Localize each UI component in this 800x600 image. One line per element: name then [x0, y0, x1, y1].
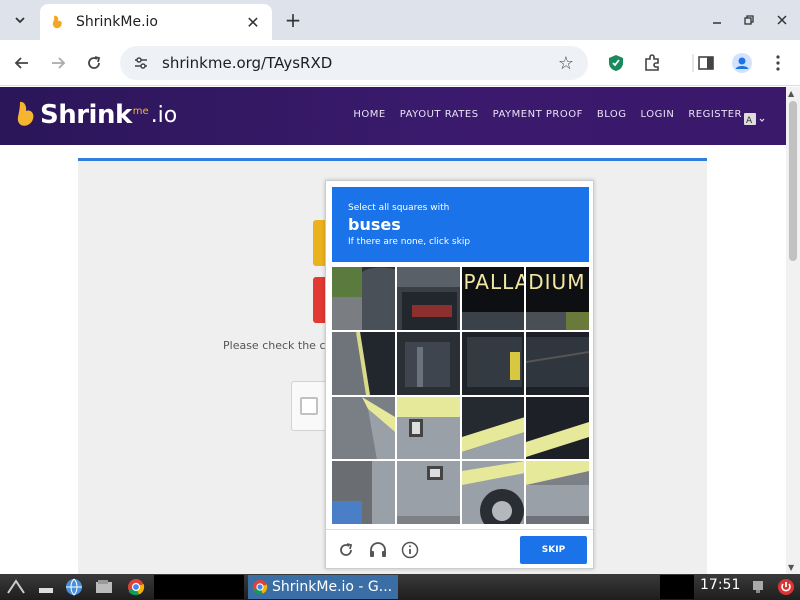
- tab-title: ShrinkMe.io: [76, 14, 158, 30]
- captcha-tile[interactable]: [461, 396, 525, 460]
- captcha-tile[interactable]: [461, 331, 525, 395]
- nav-blog[interactable]: BLOG: [597, 109, 627, 120]
- captcha-tile[interactable]: [396, 461, 460, 524]
- nav-payment-proof[interactable]: PAYMENT PROOF: [493, 109, 583, 120]
- start-menu-icon[interactable]: [6, 577, 26, 597]
- page-scrollbar[interactable]: ▲ ▼: [786, 87, 800, 574]
- captcha-target: buses: [348, 215, 401, 234]
- taskbar-clock[interactable]: 17:51: [700, 577, 740, 593]
- logo-me: me: [132, 105, 149, 117]
- recaptcha-checkbox[interactable]: [300, 397, 318, 415]
- captcha-tile[interactable]: DIUM: [526, 267, 589, 330]
- shield-extension-icon[interactable]: [605, 52, 627, 74]
- profile-avatar-icon[interactable]: [731, 52, 753, 74]
- power-icon[interactable]: [776, 577, 796, 597]
- destination-sign: PALLA: [463, 270, 525, 294]
- language-selector[interactable]: A: [744, 113, 766, 127]
- site-info-icon[interactable]: [132, 54, 150, 72]
- chevron-down-icon: [15, 17, 25, 24]
- captcha-tile[interactable]: [526, 461, 589, 524]
- reload-challenge-icon[interactable]: [337, 541, 355, 559]
- nav-login[interactable]: LOGIN: [641, 109, 675, 120]
- destination-sign-cont: DIUM: [528, 270, 586, 294]
- nav-home[interactable]: HOME: [353, 109, 385, 120]
- address-bar[interactable]: shrinkme.org/TAysRXD ☆: [120, 46, 588, 80]
- site-logo[interactable]: Shrink me .io: [14, 97, 177, 133]
- reload-icon: [88, 56, 101, 69]
- show-desktop-icon[interactable]: [36, 577, 56, 597]
- browser-globe-icon[interactable]: [64, 577, 84, 597]
- scrollbar-thumb[interactable]: [789, 101, 797, 261]
- network-tray-icon[interactable]: [748, 577, 768, 597]
- shrinkme-favicon-icon: [50, 14, 66, 30]
- captcha-challenge: Select all squares with buses If there a…: [325, 180, 594, 569]
- captcha-instruction: Select all squares with: [348, 203, 450, 213]
- forward-button[interactable]: [46, 51, 70, 75]
- nav-register[interactable]: REGISTER: [688, 109, 742, 120]
- captcha-image-grid: PALLA DIUM: [332, 267, 589, 524]
- skip-button[interactable]: SKIP: [520, 536, 587, 564]
- chrome-launcher-icon[interactable]: [126, 577, 146, 597]
- arrow-left-icon: [14, 57, 28, 69]
- logo-wordmark: Shrink: [40, 100, 132, 130]
- captcha-tile[interactable]: [526, 396, 589, 460]
- captcha-tile[interactable]: [332, 461, 395, 524]
- new-tab-button[interactable]: +: [282, 8, 304, 32]
- captcha-tile[interactable]: [526, 331, 589, 395]
- captcha-tile[interactable]: [396, 267, 460, 330]
- back-button[interactable]: [10, 51, 34, 75]
- file-manager-icon[interactable]: [94, 577, 114, 597]
- minimize-icon[interactable]: [706, 9, 728, 31]
- url-text: shrinkme.org/TAysRXD: [162, 54, 333, 72]
- captcha-tile[interactable]: PALLA: [461, 267, 525, 330]
- side-panel-icon[interactable]: [695, 52, 717, 74]
- reload-button[interactable]: [82, 51, 106, 75]
- os-taskbar: ShrinkMe.io - G... 17:51: [0, 574, 800, 600]
- svg-text:A: A: [746, 116, 753, 126]
- scroll-up-icon[interactable]: ▲: [788, 89, 794, 98]
- captcha-tile[interactable]: [332, 331, 395, 395]
- browser-toolbar: shrinkme.org/TAysRXD ☆: [0, 40, 800, 86]
- captcha-subtext: If there are none, click skip: [348, 237, 471, 247]
- bookmark-star-icon[interactable]: ☆: [556, 53, 576, 74]
- window-close-icon[interactable]: [771, 9, 793, 31]
- browser-tab[interactable]: ShrinkMe.io ✕: [40, 4, 272, 40]
- scroll-down-icon[interactable]: ▼: [788, 563, 794, 572]
- translate-icon: A: [744, 113, 765, 126]
- check-captcha-text: Please check the ca: [223, 339, 333, 352]
- captcha-tile[interactable]: [396, 331, 460, 395]
- hand-logo-icon: [17, 101, 34, 126]
- tray-blank-area: [660, 575, 694, 599]
- arrow-right-icon: [52, 57, 66, 69]
- nav-payout-rates[interactable]: PAYOUT RATES: [400, 109, 479, 120]
- captcha-tile[interactable]: [461, 461, 525, 524]
- taskbar-task-label: ShrinkMe.io - G...: [272, 579, 393, 595]
- captcha-tile[interactable]: [396, 396, 460, 460]
- audio-challenge-icon[interactable]: [369, 541, 387, 559]
- captcha-tile[interactable]: [332, 267, 395, 330]
- site-header: Shrink me .io HOME PAYOUT RATES PAYMENT …: [0, 87, 786, 145]
- taskbar-blank-area: [154, 575, 244, 599]
- tab-close-icon[interactable]: ✕: [244, 13, 262, 32]
- site-nav: HOME PAYOUT RATES PAYMENT PROOF BLOG LOG…: [339, 109, 742, 120]
- logo-tld: .io: [150, 102, 178, 128]
- tab-search-button[interactable]: [8, 8, 32, 32]
- tab-strip: ShrinkMe.io ✕ +: [0, 0, 800, 40]
- info-icon[interactable]: [401, 541, 419, 559]
- taskbar-chrome-task[interactable]: ShrinkMe.io - G...: [248, 575, 398, 599]
- captcha-tile[interactable]: [332, 396, 395, 460]
- menu-kebab-icon[interactable]: [767, 52, 789, 74]
- restore-icon[interactable]: [738, 9, 760, 31]
- chrome-icon: [252, 579, 268, 595]
- extensions-puzzle-icon[interactable]: [641, 52, 663, 74]
- captcha-footer: SKIP: [326, 529, 593, 569]
- captcha-header: Select all squares with buses If there a…: [332, 187, 589, 262]
